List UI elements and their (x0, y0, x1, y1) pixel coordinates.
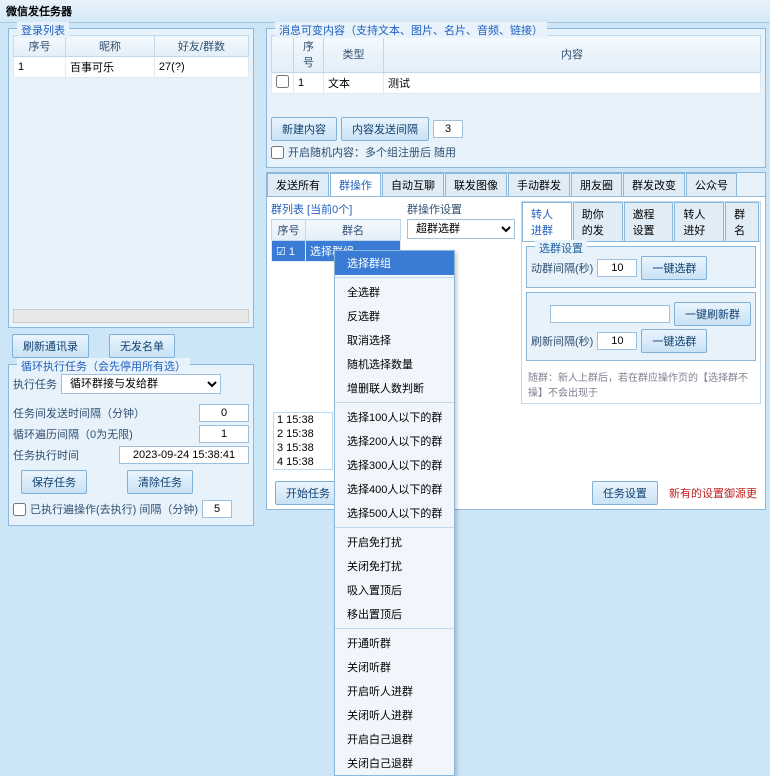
tab-send-all[interactable]: 发送所有 (267, 173, 329, 196)
col-friends[interactable]: 好友/群数 (154, 36, 248, 57)
content-table: 序号 类型 内容 1 文本 测试 (271, 35, 761, 94)
menu-item[interactable]: 开启白己退群 (335, 727, 454, 751)
tab-moments[interactable]: 朋友圈 (571, 173, 622, 196)
right-sub-tabs: 转人进群 助你的发 邀程设置 转人进好 群名 (522, 202, 760, 242)
tab-group-op[interactable]: 群操作 (330, 173, 381, 196)
filter-group-title: 选群设置 (535, 240, 587, 256)
row-checkbox[interactable] (276, 75, 289, 88)
save-task-button[interactable]: 保存任务 (21, 470, 87, 494)
table-row[interactable]: 1 百事可乐 27(?) (14, 57, 249, 78)
time-label: 任务执行时间 (13, 447, 79, 463)
filter-button[interactable]: 一键选群 (641, 256, 707, 280)
menu-item[interactable]: 移出置顶后 (335, 602, 454, 626)
menu-item[interactable]: 开通听群 (335, 631, 454, 655)
menu-item[interactable]: 选择400人以下的群 (335, 477, 454, 501)
login-table: 序号 昵称 好友/群数 1 百事可乐 27(?) (13, 35, 249, 78)
loop-input[interactable] (199, 425, 249, 443)
col-check[interactable] (272, 36, 294, 73)
message-content-group: 消息可变内容（支持文本、图片、名片、音频、链接） 序号 类型 内容 1 文本 测… (266, 28, 766, 168)
tab-invite-set[interactable]: 邀程设置 (624, 202, 674, 241)
no-send-list-button[interactable]: 无发名单 (109, 334, 175, 358)
interval-label: 任务间发送时间隔（分钟） (13, 405, 145, 421)
window-titlebar: 微信发任务器 (0, 0, 770, 23)
menu-item[interactable]: 反选群 (335, 304, 454, 328)
tab-send-change[interactable]: 群发改变 (623, 173, 685, 196)
settings-warning: 新有的设置御源更 (669, 488, 757, 500)
group-context-menu[interactable]: 选择群组 全选群 反选群 取消选择 随机选择数量 增删联人数判断 选择100人以… (334, 250, 455, 776)
col-content[interactable]: 内容 (384, 36, 761, 73)
clear-group-button[interactable]: 一键刷新群 (674, 302, 751, 326)
clear-task-button[interactable]: 清除任务 (127, 470, 193, 494)
interval-input[interactable] (199, 404, 249, 422)
time-input[interactable] (119, 446, 249, 464)
log-table: 1 15:38 2 15:38 3 15:38 4 15:38 (273, 412, 333, 470)
menu-item[interactable]: 选择群组 (335, 251, 454, 275)
menu-item[interactable]: 关闭白己退群 (335, 751, 454, 775)
col-seq2[interactable]: 序号 (294, 36, 324, 73)
task-settings-button[interactable]: 任务设置 (592, 481, 658, 505)
cycle-label: 已执行遍操作(去执行) 间隔（分钟) (30, 501, 198, 517)
login-list-group: 登录列表 序号 昵称 好友/群数 1 百事可乐 27(?) (8, 28, 254, 328)
loop-label: 循环遍历间隔（0为无限) (13, 426, 133, 442)
col-type[interactable]: 类型 (324, 36, 384, 73)
col-nick[interactable]: 昵称 (66, 36, 155, 57)
content-interval-input[interactable] (433, 120, 463, 138)
cycle-checkbox[interactable] (13, 503, 26, 516)
tab-assist[interactable]: 助你的发 (573, 202, 623, 241)
col-seq3[interactable]: 序号 (272, 220, 306, 241)
menu-item[interactable]: 选择300人以下的群 (335, 453, 454, 477)
menu-item[interactable]: 开启免打扰 (335, 530, 454, 554)
refresh-group-button[interactable]: 一键选群 (641, 329, 707, 353)
filter-interval-input[interactable] (597, 259, 637, 277)
loop-exec-group: 循环执行任务（会先停用所有选） 执行任务 循环群接与发给群 任务间发送时间隔（分… (8, 364, 254, 526)
op-settings-title: 群操作设置 (407, 201, 515, 217)
start-task-button[interactable]: 开始任务 (275, 481, 341, 505)
exec-task-label: 执行任务 (13, 376, 57, 392)
refresh-interval-input[interactable] (597, 332, 637, 350)
operation-tabs: 发送所有 群操作 自动互聊 联发图像 手动群发 朋友圈 群发改变 公众号 (267, 173, 765, 197)
tab-official[interactable]: 公众号 (686, 173, 737, 196)
tab-auto-chat[interactable]: 自动互聊 (382, 173, 444, 196)
add-content-button[interactable]: 新建内容 (271, 117, 337, 141)
menu-item[interactable]: 关闭免打扰 (335, 554, 454, 578)
menu-item[interactable]: 吸入置顶后 (335, 578, 454, 602)
refresh-interval-label: 刷新间隔(秒) (531, 333, 593, 349)
hint-text: 随群：新人上群后，若在群应操作页的【选择群不操】不会出现于 (522, 365, 760, 403)
menu-item[interactable]: 取消选择 (335, 328, 454, 352)
cycle-input[interactable] (202, 500, 232, 518)
menu-item[interactable]: 关闭听人进群 (335, 703, 454, 727)
loop-exec-title: 循环执行任务（会先停用所有选） (17, 358, 190, 374)
group-name-input[interactable] (550, 305, 670, 323)
tab-manual-send[interactable]: 手动群发 (508, 173, 570, 196)
message-content-title: 消息可变内容（支持文本、图片、名片、音频、链接） (275, 22, 547, 38)
menu-item[interactable]: 选择100人以下的群 (335, 405, 454, 429)
tab-invite[interactable]: 转人进群 (522, 202, 572, 241)
login-list-title: 登录列表 (17, 22, 69, 38)
menu-item[interactable]: 关闭听群 (335, 655, 454, 679)
menu-item[interactable]: 选择500人以下的群 (335, 501, 454, 525)
filter-interval-label: 动群间隔(秒) (531, 260, 593, 276)
table-row[interactable]: 1 文本 测试 (272, 73, 761, 94)
tab-group-name[interactable]: 群名 (725, 202, 759, 241)
group-list-label: 群列表 [当前0个] (271, 204, 352, 216)
exec-task-select[interactable]: 循环群接与发给群 (61, 374, 221, 394)
col-groupname[interactable]: 群名 (306, 220, 401, 241)
scrollbar-horizontal[interactable] (13, 309, 249, 323)
menu-item[interactable]: 随机选择数量 (335, 352, 454, 376)
menu-item[interactable]: 选择200人以下的群 (335, 429, 454, 453)
window-title: 微信发任务器 (6, 6, 72, 18)
random-content-checkbox[interactable] (271, 146, 284, 159)
random-content-label: 开启随机内容：多个组注册后 随用 (288, 144, 456, 160)
tab-send-image[interactable]: 联发图像 (445, 173, 507, 196)
refresh-contacts-button[interactable]: 刷新通讯录 (12, 334, 89, 358)
content-interval-button[interactable]: 内容发送间隔 (341, 117, 429, 141)
menu-item[interactable]: 增删联人数判断 (335, 376, 454, 400)
tab-invite-friend[interactable]: 转人进好 (674, 202, 724, 241)
menu-item[interactable]: 开启听人进群 (335, 679, 454, 703)
menu-item[interactable]: 全选群 (335, 280, 454, 304)
col-seq[interactable]: 序号 (14, 36, 66, 57)
group-select-dropdown[interactable]: 超群选群 (407, 219, 515, 239)
